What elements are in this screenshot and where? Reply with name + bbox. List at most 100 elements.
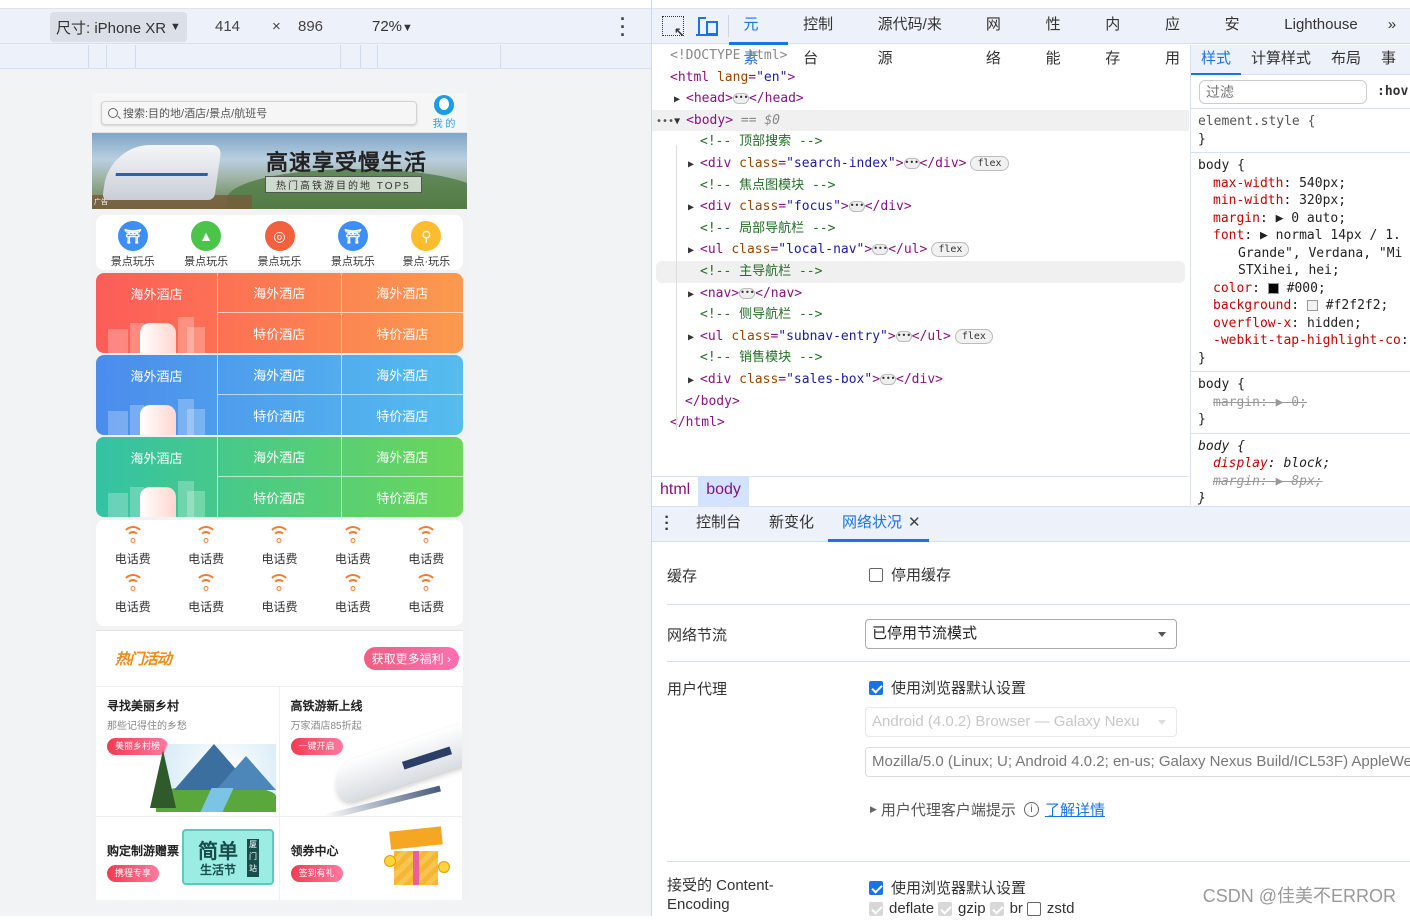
- checkbox[interactable]: [1026, 901, 1041, 916]
- comment-node[interactable]: <!-- 销售模块 -->: [652, 347, 1189, 369]
- main-nav-item[interactable]: 特价酒店: [340, 395, 464, 435]
- checkbox[interactable]: [938, 901, 953, 916]
- ua-default-checkbox[interactable]: 使用浏览器默认设置: [869, 677, 1026, 698]
- ellipsis-icon[interactable]: •••: [739, 287, 756, 299]
- subnav-item[interactable]: 电话费: [169, 574, 242, 622]
- local-nav-item[interactable]: ⚲ 景点·玩乐: [390, 215, 463, 270]
- style-property[interactable]: background: #f2f2f2;: [1198, 297, 1410, 315]
- local-nav-item[interactable]: ⛩ 景点玩乐: [96, 215, 169, 270]
- device-height-input[interactable]: 896: [298, 18, 323, 35]
- main-nav-item[interactable]: 海外酒店: [218, 355, 341, 395]
- devtools-tab[interactable]: 应用: [1150, 8, 1210, 67]
- comment-node[interactable]: <!-- 顶部搜索 -->: [652, 131, 1189, 153]
- checkbox[interactable]: [989, 901, 1004, 916]
- card-button[interactable]: 签到有礼: [290, 865, 343, 882]
- ellipsis-icon[interactable]: •••: [895, 330, 912, 342]
- element-node[interactable]: ▶ <ul class="subnav-entry">•••</ul> flex: [652, 326, 1189, 348]
- style-property[interactable]: color: #000;: [1198, 280, 1410, 298]
- main-nav-item[interactable]: 特价酒店: [218, 477, 341, 517]
- local-nav-item[interactable]: ⛩ 景点玩乐: [316, 215, 389, 270]
- main-nav-primary[interactable]: 海外酒店: [96, 437, 218, 517]
- style-property[interactable]: margin: ▶ 8px;: [1198, 473, 1410, 491]
- encoding-checkbox-gzip[interactable]: gzip: [938, 900, 986, 917]
- style-property[interactable]: min-width: 320px;: [1198, 192, 1410, 210]
- html-node[interactable]: <html lang="en">: [652, 67, 1189, 89]
- style-rule[interactable]: body {display: block; margin: ▶ 8px;}: [1191, 434, 1410, 506]
- checkbox-checked[interactable]: [869, 880, 883, 895]
- subnav-item[interactable]: 电话费: [243, 574, 316, 622]
- style-rule[interactable]: body {max-width: 540px; min-width: 320px;…: [1191, 153, 1410, 372]
- head-node[interactable]: ▶ <head>•••</head>: [652, 88, 1189, 110]
- sales-card[interactable]: 购定制游赠票 携程专享 简单 生活节 厦门站: [96, 817, 280, 900]
- subnav-item[interactable]: 电话费: [390, 526, 463, 574]
- expand-arrow-icon[interactable]: ▶: [674, 89, 686, 111]
- subnav-item[interactable]: 电话费: [390, 574, 463, 622]
- search-input[interactable]: 搜索:目的地/酒店/景点/航班号: [101, 100, 417, 125]
- breadcrumb-html[interactable]: html: [652, 477, 698, 506]
- style-property[interactable]: Grande", Verdana, "Mi: [1198, 245, 1410, 263]
- disable-cache-checkbox[interactable]: 停用缓存: [869, 564, 951, 585]
- expand-arrow-icon[interactable]: ▶: [688, 154, 700, 176]
- comment-node[interactable]: <!-- 主导航栏 -->: [656, 260, 1185, 283]
- devtools-tab[interactable]: 网络: [971, 8, 1031, 67]
- device-toolbar-icon[interactable]: [695, 16, 718, 36]
- element-node[interactable]: ▶ <div class="sales-box">•••</div>: [652, 369, 1189, 391]
- more-icon[interactable]: •••: [656, 116, 674, 127]
- local-nav-item[interactable]: ◎ 景点玩乐: [243, 215, 316, 270]
- color-swatch[interactable]: [1267, 282, 1279, 294]
- subnav-item[interactable]: 电话费: [243, 526, 316, 574]
- user-button[interactable]: 我 的: [427, 95, 461, 130]
- checkbox[interactable]: [869, 567, 883, 582]
- doctype-node[interactable]: <!DOCTYPE html>: [652, 45, 1189, 67]
- main-nav-item[interactable]: 特价酒店: [218, 313, 341, 353]
- tab-layout[interactable]: 布局: [1321, 45, 1371, 75]
- local-nav-item[interactable]: ▲ 景点玩乐: [169, 215, 242, 270]
- comment-node[interactable]: <!-- 侧导航栏 -->: [652, 304, 1189, 326]
- style-property[interactable]: STXihei, hei;: [1198, 262, 1410, 280]
- expand-arrow-icon[interactable]: ▶: [688, 240, 700, 262]
- tab-computed[interactable]: 计算样式: [1241, 45, 1321, 75]
- expand-arrow-icon[interactable]: ▶: [688, 284, 700, 306]
- device-select[interactable]: 尺寸: iPhone XR ▼: [50, 12, 187, 42]
- subnav-item[interactable]: 电话费: [316, 526, 389, 574]
- ellipsis-icon[interactable]: •••: [848, 201, 865, 213]
- media-query-ruler[interactable]: [0, 45, 651, 69]
- style-rule[interactable]: body {margin: ▶ 0;}: [1191, 372, 1410, 434]
- zoom-select[interactable]: 72%▼: [372, 18, 413, 35]
- devtools-tab[interactable]: 控制台: [788, 8, 863, 67]
- style-property[interactable]: -webkit-tap-highlight-co:: [1198, 332, 1410, 350]
- ellipsis-icon[interactable]: •••: [880, 373, 897, 385]
- expand-arrow-icon[interactable]: ▶: [688, 370, 700, 392]
- element-node[interactable]: ▶ <div class="search-index">•••</div> flex: [652, 153, 1189, 175]
- inspect-element-icon[interactable]: [662, 16, 685, 41]
- encoding-checkbox-zstd[interactable]: zstd: [1026, 900, 1074, 917]
- more-options-icon[interactable]: · · ·: [618, 10, 628, 44]
- devtools-tab[interactable]: 性能: [1031, 8, 1091, 67]
- element-node[interactable]: ▶ <div class="focus">•••</div>: [652, 196, 1189, 218]
- devtools-tab[interactable]: 元素: [728, 8, 789, 67]
- flex-badge[interactable]: flex: [954, 328, 993, 344]
- encoding-checkbox-br[interactable]: br: [989, 900, 1023, 917]
- throttling-select[interactable]: 已停用节流模式: [865, 619, 1177, 649]
- sales-card[interactable]: 领券中心 签到有礼: [280, 817, 463, 900]
- body-close-node[interactable]: </body>: [652, 391, 1189, 413]
- device-width-input[interactable]: 414: [215, 18, 240, 35]
- expand-arrow-icon[interactable]: ▶: [688, 327, 700, 349]
- style-property[interactable]: overflow-x: hidden;: [1198, 315, 1410, 333]
- card-button[interactable]: 携程专享: [107, 865, 160, 882]
- subnav-item[interactable]: 电话费: [316, 574, 389, 622]
- collapse-arrow-icon[interactable]: ▼: [674, 111, 686, 133]
- tab-event-listeners[interactable]: 事: [1371, 45, 1406, 75]
- devtools-tab[interactable]: 安全: [1210, 8, 1270, 67]
- main-nav-item[interactable]: 海外酒店: [340, 437, 463, 477]
- close-icon[interactable]: ✕: [908, 514, 921, 531]
- expand-arrow-icon[interactable]: ▶: [688, 197, 700, 219]
- main-nav-item[interactable]: 海外酒店: [218, 273, 341, 313]
- style-property[interactable]: display: block;: [1198, 455, 1410, 473]
- color-swatch[interactable]: [1306, 300, 1318, 311]
- drawer-tab-whats-new[interactable]: 新变化: [755, 506, 828, 542]
- ellipsis-icon[interactable]: •••: [872, 244, 889, 256]
- html-close-node[interactable]: </html>: [652, 412, 1189, 434]
- element-node[interactable]: ▶ <ul class="local-nav">•••</ul> flex: [652, 239, 1189, 261]
- main-nav-primary[interactable]: 海外酒店: [96, 355, 218, 435]
